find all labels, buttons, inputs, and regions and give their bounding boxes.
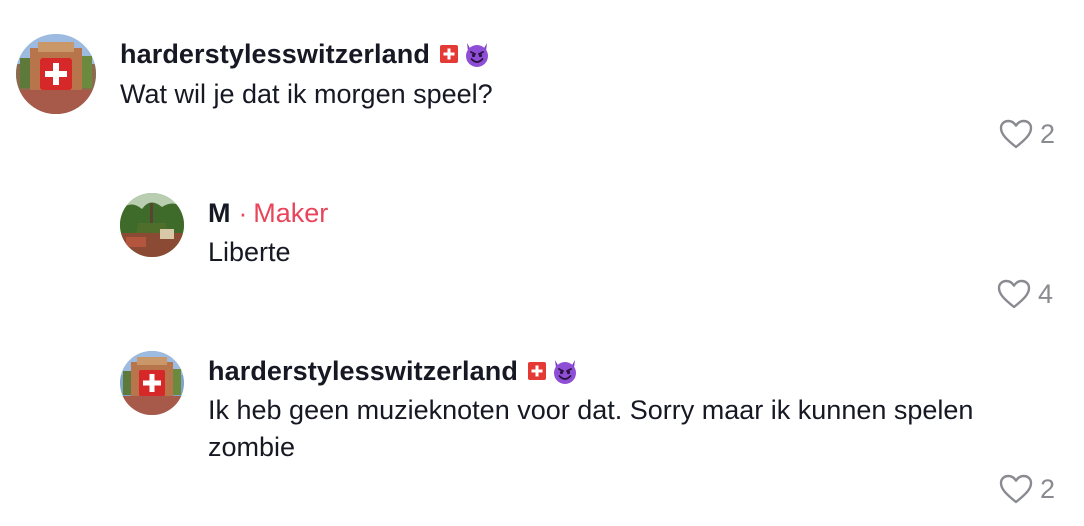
separator: ·	[238, 197, 248, 228]
avatar[interactable]	[120, 193, 184, 257]
smiling-devil-icon	[462, 39, 492, 69]
like-count: 4	[1038, 278, 1054, 309]
like-count: 2	[1040, 473, 1056, 504]
comment-text: Liberte	[208, 237, 291, 267]
heart-icon[interactable]	[998, 118, 1034, 150]
username[interactable]: M	[208, 198, 231, 229]
comment-text: Wat wil je dat ik morgen speel?	[120, 79, 493, 109]
username[interactable]: harderstylesswitzerland	[208, 356, 518, 387]
like-button[interactable]: 2	[998, 473, 1055, 505]
swiss-flag-icon	[527, 362, 546, 380]
maker-badge: Maker	[253, 197, 329, 228]
like-count: 2	[1040, 118, 1056, 149]
comment-text: Ik heb geen muzieknoten voor dat. Sorry …	[208, 395, 974, 462]
swiss-flag-icon	[439, 45, 458, 63]
username[interactable]: harderstylesswitzerland	[120, 39, 430, 70]
avatar[interactable]	[120, 351, 184, 415]
avatar[interactable]	[16, 34, 96, 114]
heart-icon[interactable]	[998, 473, 1034, 505]
like-button[interactable]: 4	[996, 278, 1053, 310]
smiling-devil-icon	[550, 356, 580, 386]
like-button[interactable]: 2	[998, 118, 1055, 150]
heart-icon[interactable]	[996, 278, 1032, 310]
